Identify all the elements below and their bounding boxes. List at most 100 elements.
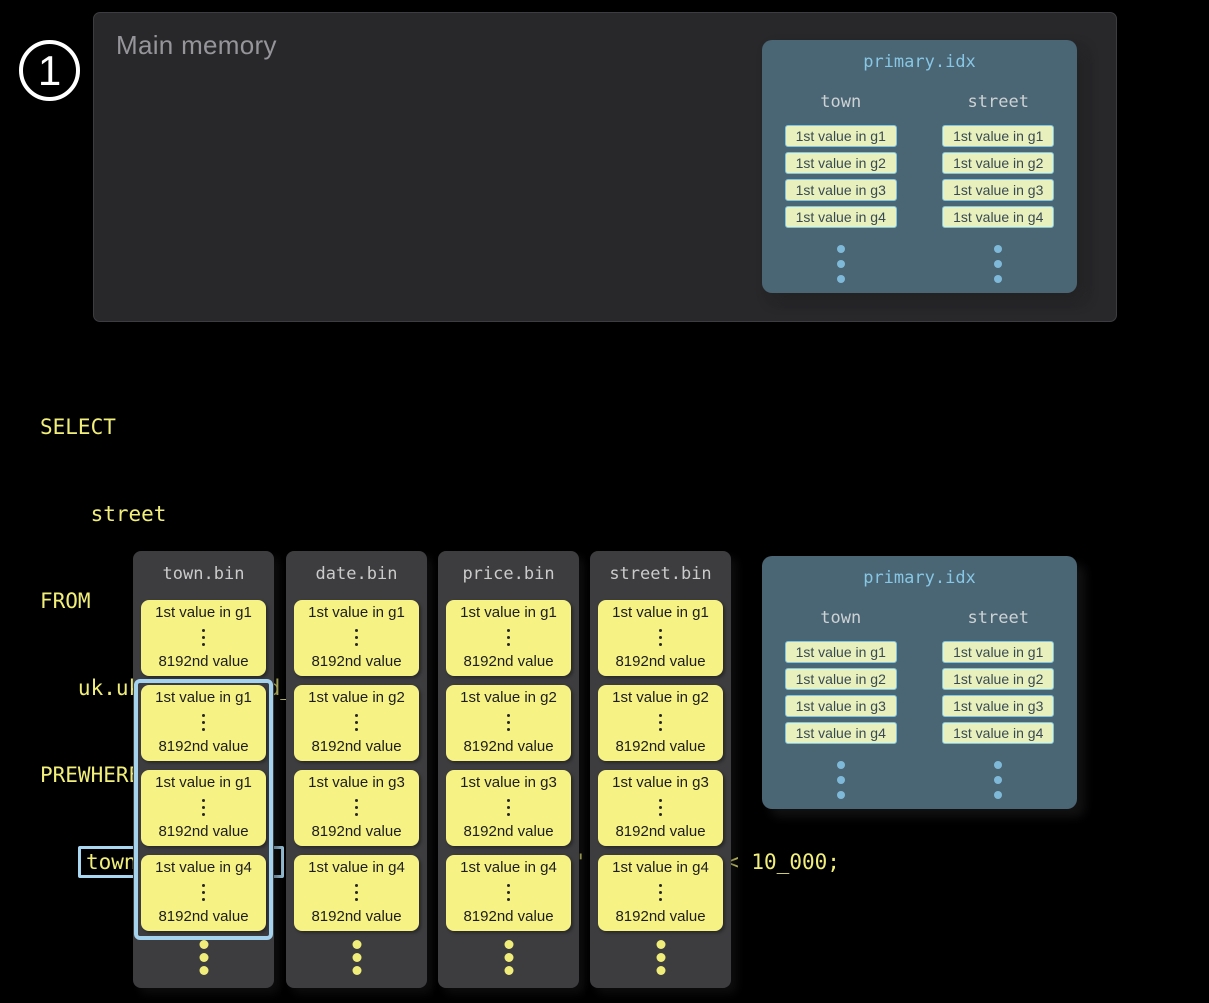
ellipsis-dots xyxy=(994,245,1002,283)
dot xyxy=(837,245,845,253)
dot xyxy=(202,629,205,632)
index-entry: 1st value in g1 xyxy=(785,641,897,663)
granule-last-value: 8192nd value xyxy=(615,653,705,670)
granule-first-value: 1st value in g3 xyxy=(612,774,709,791)
index-entry: 1st value in g2 xyxy=(942,668,1054,690)
primary-idx-title: primary.idx xyxy=(762,52,1077,72)
granule-first-value: 1st value in g4 xyxy=(308,859,405,876)
granule-block: 1st value in g2 8192nd value xyxy=(598,685,723,761)
granule-last-value: 8192nd value xyxy=(311,738,401,755)
bin-title: price.bin xyxy=(438,564,579,584)
granule-blocks: 1st value in g1 8192nd value 1st value i… xyxy=(438,600,579,931)
main-memory-title: Main memory xyxy=(116,30,277,61)
granule-first-value: 1st value in g1 xyxy=(612,604,709,621)
granule-last-value: 8192nd value xyxy=(311,823,401,840)
dot xyxy=(659,721,662,724)
granule-block: 1st value in g1 8192nd value xyxy=(141,770,266,846)
ellipsis-dots xyxy=(994,761,1002,799)
index-column-town: town 1st value in g1 1st value in g2 1st… xyxy=(762,608,920,799)
granule-last-value: 8192nd value xyxy=(158,823,248,840)
dot xyxy=(199,940,208,949)
granule-block: 1st value in g2 8192nd value xyxy=(294,685,419,761)
dot xyxy=(994,245,1002,253)
dot xyxy=(355,898,358,901)
granule-block: 1st value in g1 8192nd value xyxy=(294,600,419,676)
sql-line: SELECT xyxy=(40,413,840,442)
primary-idx-panel-memory: primary.idx town 1st value in g1 1st val… xyxy=(762,40,1077,293)
dot xyxy=(202,806,205,809)
granule-block: 1st value in g3 8192nd value xyxy=(598,770,723,846)
dot xyxy=(659,629,662,632)
dot xyxy=(507,714,510,717)
granule-first-value: 1st value in g1 xyxy=(155,774,252,791)
granule-first-value: 1st value in g2 xyxy=(612,689,709,706)
ellipsis-dots xyxy=(837,761,845,799)
primary-idx-columns: town 1st value in g1 1st value in g2 1st… xyxy=(762,92,1077,283)
ellipsis-dots xyxy=(202,714,205,731)
ellipsis-dots xyxy=(202,799,205,816)
dot xyxy=(837,791,845,799)
granule-blocks: 1st value in g1 8192nd value 1st value i… xyxy=(286,600,427,931)
ellipsis-dots xyxy=(507,629,510,646)
bin-title: street.bin xyxy=(590,564,731,584)
ellipsis-dots xyxy=(355,884,358,901)
dot xyxy=(656,953,665,962)
ellipsis-dots xyxy=(355,799,358,816)
granule-last-value: 8192nd value xyxy=(158,653,248,670)
granule-first-value: 1st value in g4 xyxy=(460,859,557,876)
ellipsis-dots xyxy=(507,884,510,901)
dot xyxy=(355,813,358,816)
granule-first-value: 1st value in g3 xyxy=(308,774,405,791)
primary-idx-columns: town 1st value in g1 1st value in g2 1st… xyxy=(762,608,1077,799)
dot xyxy=(202,728,205,731)
bin-title: date.bin xyxy=(286,564,427,584)
index-entry: 1st value in g2 xyxy=(785,152,897,174)
dot xyxy=(837,260,845,268)
dot xyxy=(994,275,1002,283)
granule-last-value: 8192nd value xyxy=(615,823,705,840)
granule-blocks: 1st value in g1 8192nd value 1st value i… xyxy=(133,600,274,931)
dot xyxy=(202,884,205,887)
dot xyxy=(507,643,510,646)
granule-block: 1st value in g4 8192nd value xyxy=(446,855,571,931)
dot xyxy=(659,898,662,901)
granule-last-value: 8192nd value xyxy=(158,908,248,925)
granule-blocks: 1st value in g1 8192nd value 1st value i… xyxy=(590,600,731,931)
index-entry: 1st value in g4 xyxy=(785,722,897,744)
dot xyxy=(355,891,358,894)
dot xyxy=(355,714,358,717)
granule-block: 1st value in g4 8192nd value xyxy=(141,855,266,931)
dot xyxy=(507,636,510,639)
dot xyxy=(507,721,510,724)
ellipsis-dots xyxy=(355,629,358,646)
dot xyxy=(656,940,665,949)
ellipsis-dots xyxy=(202,884,205,901)
granule-block: 1st value in g1 8192nd value xyxy=(598,600,723,676)
granule-first-value: 1st value in g1 xyxy=(308,604,405,621)
granule-first-value: 1st value in g1 xyxy=(155,604,252,621)
column-header-town: town xyxy=(820,608,861,628)
dot xyxy=(659,714,662,717)
dot xyxy=(659,799,662,802)
column-header-street: street xyxy=(968,92,1029,112)
dot xyxy=(202,898,205,901)
dot xyxy=(202,714,205,717)
dot xyxy=(837,275,845,283)
bin-panel-street: street.bin 1st value in g1 8192nd value … xyxy=(590,551,731,988)
granule-block: 1st value in g2 8192nd value xyxy=(446,685,571,761)
dot xyxy=(507,806,510,809)
index-entry: 1st value in g3 xyxy=(942,179,1054,201)
bin-panel-town: town.bin 1st value in g1 8192nd value 1s… xyxy=(133,551,274,988)
sql-line: street xyxy=(40,500,840,529)
index-entry: 1st value in g3 xyxy=(942,695,1054,717)
granule-last-value: 8192nd value xyxy=(615,908,705,925)
ellipsis-dots xyxy=(837,245,845,283)
sql-indent xyxy=(40,850,78,874)
index-entry: 1st value in g2 xyxy=(785,668,897,690)
ellipsis-dots xyxy=(352,940,361,975)
ellipsis-dots xyxy=(355,714,358,731)
dot xyxy=(504,953,513,962)
index-entry: 1st value in g4 xyxy=(785,206,897,228)
dot xyxy=(202,891,205,894)
granule-block: 1st value in g3 8192nd value xyxy=(294,770,419,846)
